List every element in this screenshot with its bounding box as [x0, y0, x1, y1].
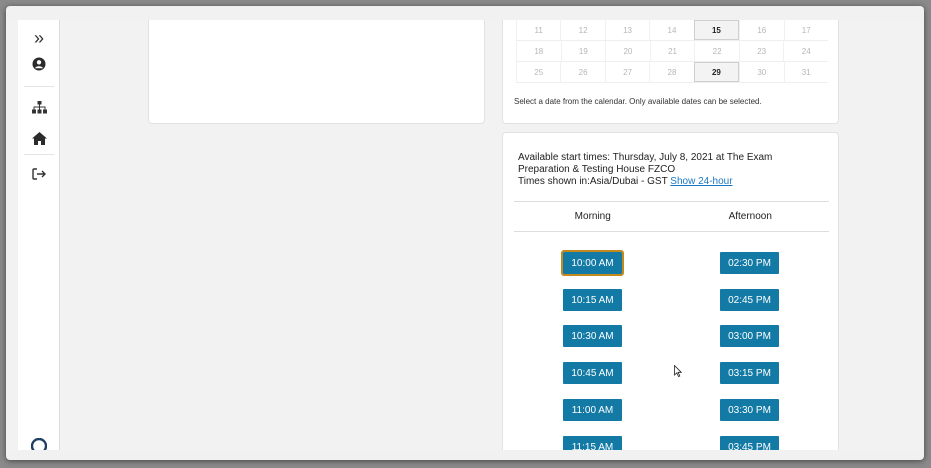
morning-header: Morning [574, 211, 611, 222]
expand-sidebar-button[interactable]: » [18, 26, 60, 50]
calendar-day: 31 [783, 62, 828, 82]
timezone-line: Times shown in:Asia/Dubai - GST Show 24-… [518, 176, 818, 188]
time-slot-button[interactable]: 03:15 PM [720, 362, 779, 384]
start-times-heading: Available start times: Thursday, July 8,… [518, 152, 818, 188]
calendar-day: 28 [649, 62, 693, 82]
time-slot-button[interactable]: 10:45 AM [563, 362, 622, 384]
double-chevron-right-icon: » [33, 27, 44, 48]
sign-out-icon [31, 168, 46, 180]
calendar-instructions: Select a date from the calendar. Only av… [514, 97, 762, 106]
calendar-day: 20 [605, 41, 650, 61]
calendar-day-available[interactable]: 15 [693, 20, 740, 40]
calendar-day: 13 [604, 20, 649, 40]
calendar-card: 11 12 13 14 15 16 17 18 19 20 21 22 23 2… [502, 20, 839, 124]
calendar-grid: 11 12 13 14 15 16 17 18 19 20 21 22 23 2… [516, 20, 828, 83]
time-slot-button[interactable]: 10:00 AM [561, 250, 624, 276]
calendar-week: 18 19 20 21 22 23 24 [516, 41, 828, 62]
time-slot-button[interactable]: 11:00 AM [563, 399, 622, 421]
org-chart-button[interactable] [18, 95, 60, 119]
calendar-day: 23 [738, 41, 784, 61]
calendar-day: 18 [516, 41, 561, 61]
sidebar: » [18, 20, 60, 450]
time-slot-button[interactable]: 10:15 AM [563, 289, 622, 311]
calendar-day: 11 [516, 20, 560, 40]
time-slot-button[interactable]: 02:30 PM [720, 252, 779, 274]
home-icon [31, 131, 47, 145]
afternoon-header: Afternoon [728, 211, 772, 222]
start-times-title: Available start times: Thursday, July 8,… [518, 152, 773, 163]
time-slot-button[interactable]: 03:30 PM [720, 399, 779, 421]
calendar-day: 25 [516, 62, 560, 82]
show-24-hour-link[interactable]: Show 24-hour [670, 176, 732, 187]
time-slot-button[interactable]: 10:30 AM [563, 325, 622, 347]
user-circle-icon [32, 57, 46, 71]
calendar-day-available[interactable]: 29 [693, 62, 740, 82]
calendar-day: 22 [694, 41, 739, 61]
test-center-name: Preparation & Testing House FZCO [518, 164, 676, 175]
calendar-day: 26 [560, 62, 604, 82]
time-slot-button[interactable]: 11:15 AM [563, 436, 622, 450]
info-card [148, 20, 485, 124]
calendar-day: 27 [604, 62, 649, 82]
calendar-day: 24 [783, 41, 828, 61]
sitemap-icon [31, 100, 47, 113]
calendar-day: 19 [560, 41, 606, 61]
browser-window: » 11 12 13 14 15 16 17 18 19 20 21 22 23… [6, 6, 924, 460]
home-button[interactable] [18, 126, 60, 150]
calendar-week: 11 12 13 14 15 16 17 [516, 20, 828, 41]
calendar-day: 16 [739, 20, 783, 40]
help-button[interactable] [18, 434, 60, 450]
sidebar-divider [24, 86, 54, 87]
time-slot-button[interactable]: 03:00 PM [720, 325, 779, 347]
calendar-week: 25 26 27 28 29 30 31 [516, 62, 828, 83]
help-icon [31, 438, 47, 450]
calendar-day: 14 [649, 20, 693, 40]
calendar-day: 30 [739, 62, 783, 82]
time-columns-header: Morning Afternoon [514, 201, 829, 232]
time-slot-button[interactable]: 02:45 PM [720, 289, 779, 311]
calendar-day: 12 [560, 20, 604, 40]
sidebar-divider [24, 154, 54, 155]
start-times-card: Available start times: Thursday, July 8,… [502, 132, 839, 450]
sign-out-button[interactable] [18, 162, 60, 186]
timezone-text: Times shown in:Asia/Dubai - GST [518, 176, 671, 187]
page-viewport: » 11 12 13 14 15 16 17 18 19 20 21 22 23… [6, 20, 924, 450]
mouse-pointer-icon [674, 365, 682, 377]
calendar-day: 21 [649, 41, 695, 61]
time-slot-button[interactable]: 03:45 PM [720, 436, 779, 450]
profile-button[interactable] [18, 52, 60, 76]
calendar-day: 17 [783, 20, 828, 40]
